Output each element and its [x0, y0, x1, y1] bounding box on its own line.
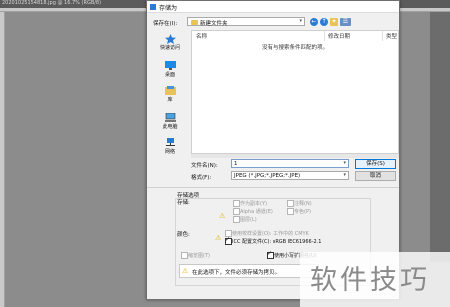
new-folder-icon[interactable]: ✦	[330, 18, 338, 26]
nav-this-pc[interactable]: 此电脑	[150, 112, 190, 130]
icc-profile-checkbox[interactable]: ICC 配置文件(C): sRGB IEC61966-2.1	[225, 236, 321, 245]
column-divider	[324, 31, 325, 41]
alpha-checkbox[interactable]: Alpha 通道(E)	[233, 208, 273, 215]
cancel-button[interactable]: 取消	[355, 171, 396, 181]
notes-checkbox[interactable]: 注释(N)	[287, 200, 312, 207]
watermark: 软件技巧	[300, 252, 450, 307]
quick-access-star-icon	[164, 34, 176, 44]
dialog-title: 存储为	[159, 5, 178, 12]
current-folder: 新建文件夹	[200, 21, 228, 27]
alert-message-box: ⚠ 在此选项下，文件必须存储为拷贝。	[179, 264, 319, 278]
column-divider	[382, 31, 383, 41]
format-value: JPEG (*.JPG;*.JPEG;*.JPE)	[234, 173, 301, 179]
background-side-panel	[430, 12, 450, 262]
up-folder-icon[interactable]: ↑	[320, 18, 328, 26]
thumbnail-checkbox[interactable]: 缩览图(T)	[181, 252, 210, 259]
filename-value: 1	[234, 161, 238, 167]
nav-quick-access[interactable]: 快速访问	[150, 34, 190, 51]
chevron-down-icon[interactable]: ▾	[343, 160, 346, 166]
empty-list-message: 没有与搜索条件匹配的项。	[262, 45, 329, 51]
column-type[interactable]: 类型	[386, 32, 397, 40]
proof-checkbox[interactable]: 使用校样设置(O): 工作中的 CMYK	[225, 230, 309, 237]
spot-checkbox[interactable]: 专色(P)	[287, 208, 311, 215]
filename-input[interactable]: 1 ▾	[231, 159, 349, 168]
chevron-down-icon: ▾	[299, 18, 302, 24]
filename-label: 文件名(N):	[191, 163, 218, 169]
nav-library[interactable]: 库	[150, 86, 190, 103]
library-icon	[164, 86, 176, 95]
format-label: 格式(F):	[191, 175, 212, 181]
navigation-pane: 快速访问 桌面 库 此电脑 网络	[150, 30, 190, 157]
column-date[interactable]: 修改日期	[328, 32, 350, 40]
column-name[interactable]: 名称	[196, 32, 207, 40]
horizontal-scrollbar[interactable]	[191, 154, 399, 158]
chevron-down-icon[interactable]: ▾	[343, 172, 346, 178]
vertical-ruler	[0, 12, 5, 307]
computer-icon	[164, 112, 176, 122]
nav-desktop[interactable]: 桌面	[150, 61, 190, 78]
network-icon	[165, 138, 176, 147]
file-list[interactable]: 名称 修改日期 类型 没有与搜索条件匹配的项。	[191, 30, 399, 154]
color-label: 颜色:	[177, 232, 190, 238]
format-select[interactable]: JPEG (*.JPG;*.JPEG;*.JPE) ▾	[231, 171, 349, 180]
as-copy-checkbox[interactable]: 作为副本(Y)	[233, 200, 267, 207]
alert-message: 在此选项下，文件必须存储为拷贝。	[192, 270, 281, 276]
warning-icon: ⚠	[215, 234, 222, 242]
save-in-label: 保存在(I):	[153, 21, 178, 27]
view-menu-icon[interactable]: ☰	[340, 18, 351, 26]
back-icon[interactable]: ←	[310, 18, 318, 26]
save-in-combo[interactable]: 新建文件夹 ▾	[187, 17, 305, 27]
folder-icon	[191, 20, 198, 25]
layers-checkbox[interactable]: 图层(L)	[233, 216, 257, 223]
dialog-titlebar: 存储为	[147, 1, 399, 13]
warning-icon: ⚠	[182, 267, 189, 275]
app-icon	[150, 4, 156, 10]
store-label: 存储:	[177, 200, 190, 206]
background-doc-title: 20201025154818.jpg @ 16.7% (RGB/8)	[2, 0, 102, 6]
desktop-icon	[164, 61, 176, 70]
warning-icon: ⚠	[219, 212, 226, 220]
watermark-text: 软件技巧	[310, 265, 430, 296]
nav-network[interactable]: 网络	[150, 138, 190, 155]
save-button[interactable]: 保存(S)	[355, 159, 396, 169]
